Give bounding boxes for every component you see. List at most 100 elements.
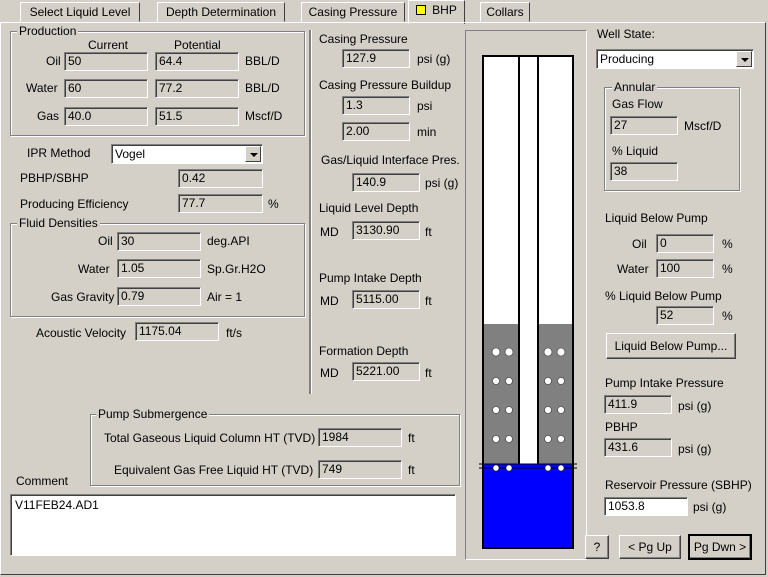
total-gaseous-field[interactable]: 1984 bbox=[318, 428, 402, 447]
buildup-psi-field[interactable]: 1.3 bbox=[342, 96, 410, 115]
tab-bhp-label: BHP bbox=[432, 3, 457, 17]
oil-potential-field[interactable]: 64.4 bbox=[155, 52, 239, 71]
reservoir-pressure-label: Reservoir Pressure (SBHP) bbox=[605, 478, 752, 492]
gas-flow-label: Gas Flow bbox=[612, 97, 663, 111]
tubing-interior bbox=[520, 57, 537, 467]
tab-select-liquid-level[interactable]: Select Liquid Level bbox=[20, 2, 140, 22]
gas-column-left bbox=[484, 324, 518, 464]
lbp-oil-label: Oil bbox=[632, 237, 647, 251]
tab-collars[interactable]: Collars bbox=[480, 2, 530, 22]
casing-pressure-field[interactable]: 127.9 bbox=[342, 49, 410, 68]
annular-title: Annular bbox=[612, 80, 658, 94]
pct-liquid-below-pump-field[interactable]: 52 bbox=[656, 306, 714, 325]
pump-intake-depth-label: Pump Intake Depth bbox=[319, 271, 422, 285]
gas-liquid-interface-unit: psi (g) bbox=[425, 176, 459, 190]
liquid-level-depth-label: Liquid Level Depth bbox=[319, 201, 419, 215]
well-state-select[interactable]: Producing bbox=[596, 49, 754, 69]
producing-efficiency-field[interactable]: 77.7 bbox=[178, 194, 263, 213]
pct-liquid-below-pump-unit: % bbox=[722, 309, 733, 323]
current-header: Current bbox=[88, 38, 129, 52]
tab-depth-determination[interactable]: Depth Determination bbox=[157, 2, 285, 22]
page-up-button[interactable]: < Pg Up bbox=[619, 535, 681, 559]
tab-marker-icon bbox=[416, 5, 427, 15]
liquid-level-depth-unit: ft bbox=[425, 225, 432, 239]
chevron-down-icon[interactable] bbox=[736, 51, 752, 67]
comment-textarea[interactable]: V11FEB24.AD1 bbox=[10, 494, 456, 556]
liquid-below-pump-title: Liquid Below Pump bbox=[605, 211, 708, 225]
pump-intake-depth-field[interactable]: 5115.00 bbox=[352, 290, 420, 309]
acoustic-velocity-label: Acoustic Velocity bbox=[36, 326, 127, 340]
formation-depth-field[interactable]: 5221.00 bbox=[352, 362, 420, 381]
pct-liquid-below-pump-label: % Liquid Below Pump bbox=[605, 289, 722, 303]
lbp-oil-field[interactable]: 0 bbox=[656, 234, 714, 253]
formation-md-label: MD bbox=[320, 366, 339, 380]
lbp-water-unit: % bbox=[722, 262, 733, 276]
fluid-oil-field[interactable]: 30 bbox=[117, 232, 201, 251]
tab-strip: Select Liquid Level Depth Determination … bbox=[0, 0, 768, 24]
formation-depth-unit: ft bbox=[425, 366, 432, 380]
lbp-water-label: Water bbox=[617, 262, 649, 276]
gas-flow-field[interactable]: 27 bbox=[610, 116, 678, 135]
pump-intake-md-label: MD bbox=[320, 294, 339, 308]
ipr-method-label: IPR Method bbox=[27, 146, 91, 160]
well-state-value: Producing bbox=[600, 52, 655, 66]
formation-depth-label: Formation Depth bbox=[319, 344, 409, 358]
gas-potential-field[interactable]: 51.5 bbox=[155, 107, 239, 126]
liquid-below-pump-button[interactable]: Liquid Below Pump... bbox=[606, 333, 736, 359]
total-gaseous-label: Total Gaseous Liquid Column HT (TVD) bbox=[104, 431, 316, 445]
liquid-below-pump bbox=[484, 464, 572, 547]
pump-intake-pressure-field[interactable]: 411.9 bbox=[604, 395, 672, 414]
water-potential-field[interactable]: 77.2 bbox=[155, 79, 239, 98]
liquid-level-md-label: MD bbox=[320, 225, 339, 239]
producing-efficiency-unit: % bbox=[268, 197, 279, 211]
gas-gravity-unit: Air = 1 bbox=[207, 290, 243, 304]
pbhp-field[interactable]: 431.6 bbox=[604, 438, 672, 457]
fluid-oil-unit: deg.API bbox=[207, 234, 250, 248]
pump-intake-pressure-unit: psi (g) bbox=[678, 399, 712, 413]
fluid-densities-title: Fluid Densities bbox=[17, 216, 100, 230]
fluid-oil-label: Oil bbox=[98, 234, 113, 248]
equivalent-gas-free-unit: ft bbox=[408, 463, 415, 477]
casing-pressure-buildup-label: Casing Pressure Buildup bbox=[319, 78, 452, 92]
reservoir-pressure-unit: psi (g) bbox=[693, 500, 727, 514]
help-button[interactable]: ? bbox=[585, 535, 609, 559]
lbp-water-field[interactable]: 100 bbox=[656, 259, 714, 278]
pump-intake-depth-unit: ft bbox=[425, 294, 432, 308]
oil-unit: BBL/D bbox=[245, 54, 280, 68]
pbhp-sbhp-label: PBHP/SBHP bbox=[20, 171, 89, 185]
fluid-water-field[interactable]: 1.05 bbox=[117, 259, 201, 278]
total-gaseous-unit: ft bbox=[408, 431, 415, 445]
liquid-level-depth-field[interactable]: 3130.90 bbox=[352, 221, 420, 240]
pbhp-label: PBHP bbox=[605, 420, 638, 434]
water-current-field[interactable]: 60 bbox=[64, 79, 148, 98]
chevron-down-icon[interactable] bbox=[245, 146, 261, 162]
wellbore-diagram bbox=[479, 55, 577, 549]
reservoir-pressure-field[interactable]: 1053.8 bbox=[604, 497, 688, 516]
pct-liquid-field[interactable]: 38 bbox=[610, 162, 678, 181]
pump-submergence-title: Pump Submergence bbox=[96, 407, 210, 421]
acoustic-velocity-field[interactable]: 1175.04 bbox=[135, 322, 219, 341]
lbp-oil-unit: % bbox=[722, 237, 733, 251]
fluid-water-label: Water bbox=[78, 262, 110, 276]
gas-label: Gas bbox=[37, 109, 60, 123]
gas-current-field[interactable]: 40.0 bbox=[64, 107, 148, 126]
ipr-method-select[interactable]: Vogel bbox=[111, 144, 263, 164]
gas-gravity-field[interactable]: 0.79 bbox=[117, 287, 201, 306]
ipr-method-value: Vogel bbox=[115, 147, 146, 161]
pbhp-sbhp-field[interactable]: 0.42 bbox=[178, 169, 263, 188]
equivalent-gas-free-field[interactable]: 749 bbox=[318, 460, 402, 479]
page-down-button[interactable]: Pg Dwn > bbox=[688, 534, 752, 560]
fluid-water-unit: Sp.Gr.H2O bbox=[207, 262, 266, 276]
oil-label: Oil bbox=[46, 54, 61, 68]
gas-column-right bbox=[539, 324, 572, 464]
buildup-min-field[interactable]: 2.00 bbox=[342, 122, 410, 141]
tab-casing-pressure[interactable]: Casing Pressure bbox=[301, 2, 405, 22]
oil-current-field[interactable]: 50 bbox=[64, 52, 148, 71]
production-title: Production bbox=[17, 24, 79, 38]
buildup-min-unit: min bbox=[417, 125, 437, 139]
tab-bhp[interactable]: BHP bbox=[408, 0, 465, 24]
gas-liquid-interface-field[interactable]: 140.9 bbox=[352, 173, 420, 192]
comment-label: Comment bbox=[16, 474, 69, 488]
gas-flow-unit: Mscf/D bbox=[684, 119, 722, 133]
casing-pressure-label: Casing Pressure bbox=[319, 32, 408, 46]
